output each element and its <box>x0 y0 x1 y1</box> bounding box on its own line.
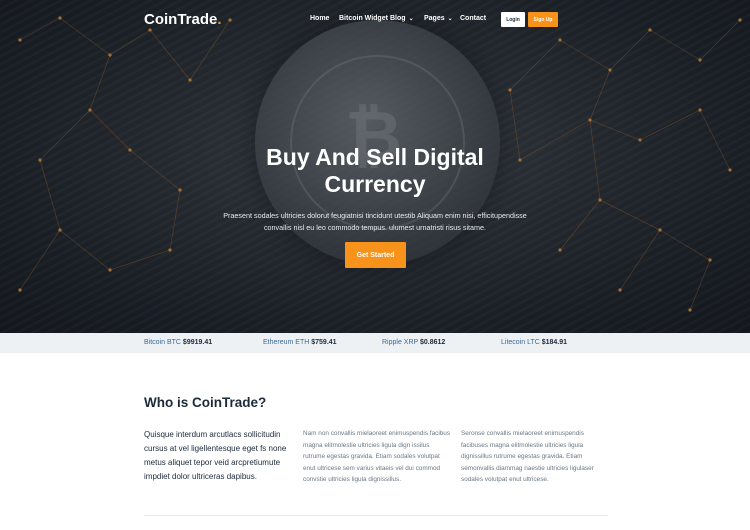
nav-contact[interactable]: Contact <box>460 15 486 22</box>
about-column-2: Seronse convallis mielaoreet enimuspendi… <box>461 430 594 484</box>
ticker-price: $9919.41 <box>182 339 213 346</box>
login-button[interactable]: Login <box>501 12 525 27</box>
hero-description: Praesent sodales ultricies dolorut feugi… <box>223 211 527 232</box>
nav-pages[interactable]: Pages ⌄ <box>424 15 453 22</box>
nav-home-label: Home <box>310 15 330 22</box>
nav-contact-label: Contact <box>460 15 487 22</box>
ticker-item[interactable]: Litecoin LTC $184.91 <box>501 339 567 346</box>
section-title: Who is CoinTrade? <box>144 395 267 410</box>
nav-bitcoin-widget[interactable]: Bitcoin Widget <box>339 15 388 22</box>
about-lead-text: Quisque interdum arcutlacs sollicitudin … <box>144 430 287 481</box>
hero-title-line1: Buy And Sell Digital <box>266 144 484 170</box>
ticker-item[interactable]: Ethereum ETH $759.41 <box>263 339 337 346</box>
about-column-1: Nam non convallis mielaoreet enimuspendi… <box>303 430 451 484</box>
section-divider <box>144 515 608 516</box>
ticker-coin-name: Litecoin LTC <box>501 339 540 346</box>
hero-title-line2: Currency <box>324 171 426 197</box>
signup-button[interactable]: Sign Up <box>528 12 558 27</box>
price-ticker: Bitcoin BTC $9919.41 Ethereum ETH $759.4… <box>0 333 750 353</box>
nav-blog-label: Blog <box>390 15 406 22</box>
ticker-price: $0.8612 <box>420 339 446 346</box>
brand-dot: . <box>217 11 222 28</box>
ticker-item[interactable]: Ripple XRP $0.8612 <box>382 339 445 346</box>
get-started-button[interactable]: Get Started <box>345 242 406 268</box>
hero-title: Buy And Sell Digital Currency <box>175 144 575 198</box>
nav-bitcoin-widget-label: Bitcoin Widget <box>339 15 388 22</box>
ticker-coin-name: Ethereum ETH <box>263 339 310 346</box>
ticker-item[interactable]: Bitcoin BTC $9919.41 <box>144 339 212 346</box>
ticker-price: $184.91 <box>541 339 568 346</box>
chevron-down-icon: ⌄ <box>408 16 414 22</box>
brand-logo[interactable]: CoinTrade. <box>144 11 222 28</box>
nav-home[interactable]: Home <box>310 15 329 22</box>
nav-pages-label: Pages <box>424 15 445 22</box>
nav-blog[interactable]: Blog ⌄ <box>390 15 414 22</box>
brand-name: CoinTrade <box>144 11 218 28</box>
ticker-coin-name: Ripple XRP <box>382 339 419 346</box>
ticker-price: $759.41 <box>311 339 337 346</box>
ticker-coin-name: Bitcoin BTC <box>144 339 181 346</box>
chevron-down-icon: ⌄ <box>447 16 453 22</box>
